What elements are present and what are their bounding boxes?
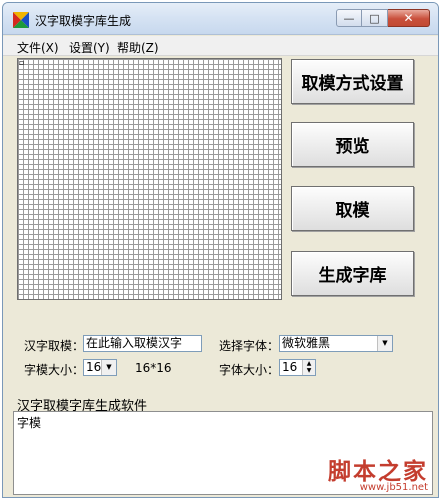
- char-extract-label: 汉字取模：: [24, 339, 85, 353]
- font-select-dropdown[interactable]: 微软雅黑 ▼: [279, 335, 393, 352]
- title-bar[interactable]: 汉字取模字库生成 — □ ✕: [3, 3, 438, 35]
- font-size-spinner[interactable]: 16 ▲ ▼: [279, 359, 316, 376]
- chevron-down-icon[interactable]: ▼: [377, 336, 392, 351]
- app-logo-icon: [13, 12, 29, 28]
- menu-file[interactable]: 文件(X): [17, 39, 59, 56]
- window-title: 汉字取模字库生成: [35, 14, 132, 28]
- site-watermark: 脚本之家 www.jb51.net: [328, 460, 428, 493]
- grid-origin-marker: ▫: [19, 58, 25, 67]
- generate-library-button[interactable]: 生成字库: [291, 251, 414, 296]
- glyph-grid-canvas[interactable]: ▫: [17, 58, 282, 300]
- glyph-size-label: 字模大小：: [24, 363, 85, 377]
- char-extract-input[interactable]: 在此输入取模汉字: [83, 335, 202, 352]
- extract-button[interactable]: 取模: [291, 186, 414, 231]
- chevron-down-icon[interactable]: ▼: [303, 367, 315, 374]
- font-select-label: 选择字体：: [219, 339, 280, 353]
- caption-buttons: — □ ✕: [336, 9, 430, 27]
- font-select-value: 微软雅黑: [282, 336, 331, 350]
- menu-bar: 文件(X) 设置(Y) 帮助(Z): [3, 36, 438, 56]
- glyph-size-dropdown[interactable]: 16 ▼: [83, 359, 117, 376]
- maximize-button[interactable]: □: [362, 9, 388, 27]
- glyph-size-value: 16: [86, 360, 102, 374]
- preview-button[interactable]: 预览: [291, 122, 414, 167]
- menu-settings[interactable]: 设置(Y): [69, 39, 110, 56]
- spinner-arrows[interactable]: ▲ ▼: [302, 360, 315, 375]
- watermark-title: 脚本之家: [328, 458, 428, 485]
- menu-help[interactable]: 帮助(Z): [117, 39, 159, 56]
- minimize-button[interactable]: —: [336, 9, 362, 27]
- chevron-up-icon[interactable]: ▲: [303, 360, 315, 367]
- font-size-label: 字体大小：: [219, 363, 280, 377]
- chevron-down-icon[interactable]: ▼: [101, 360, 116, 375]
- font-size-value: 16: [282, 360, 298, 374]
- glyph-size-display: 16*16: [135, 361, 172, 375]
- mode-settings-button[interactable]: 取模方式设置: [291, 59, 414, 104]
- app-window: 汉字取模字库生成 — □ ✕ 文件(X) 设置(Y) 帮助(Z) ▫ 取模方式设…: [2, 2, 439, 498]
- close-button[interactable]: ✕: [388, 9, 430, 27]
